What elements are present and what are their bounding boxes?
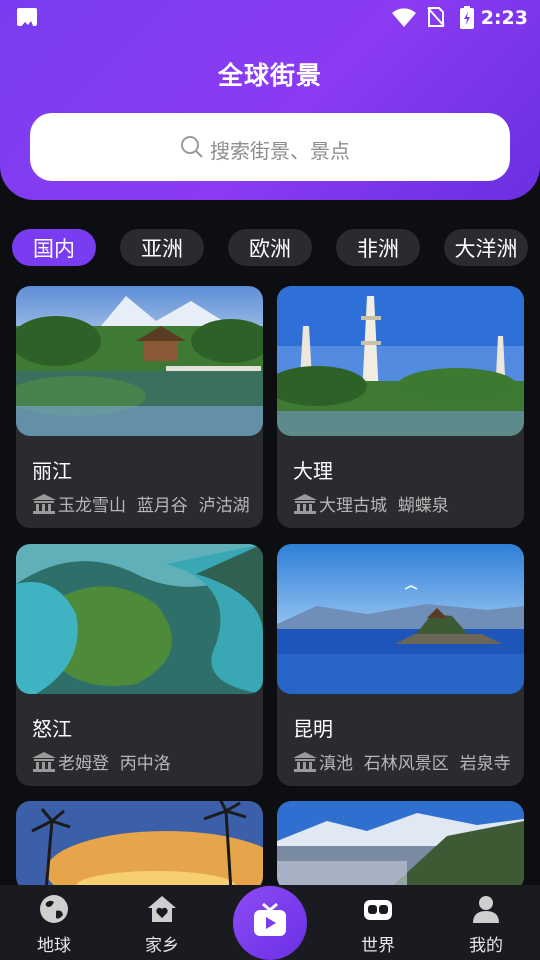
chip-domestic[interactable]: 国内 — [12, 229, 96, 266]
wifi-icon — [392, 8, 416, 27]
place-spots-text: 大理古城 蝴蝶泉 — [319, 496, 449, 516]
region-chips: 国内 亚洲 欧洲 非洲 大洋洲 — [0, 229, 540, 269]
tab-label: 家乡 — [145, 936, 179, 956]
place-card-kunming[interactable]: 昆明 滇池 石林风景区 岩泉寺 — [277, 544, 524, 786]
battery-charging-icon — [460, 6, 474, 29]
chip-europe[interactable]: 欧洲 — [228, 229, 312, 266]
chip-label: 非洲 — [357, 236, 399, 261]
place-name: 昆明 — [293, 717, 333, 741]
image-notification-icon — [17, 8, 37, 28]
page-title: 全球街景 — [217, 61, 322, 90]
place-spots: 大理古城 蝴蝶泉 — [293, 491, 449, 516]
search-icon — [181, 136, 203, 158]
place-spots-text: 玉龙雪山 蓝月谷 泸沽湖 — [58, 496, 250, 516]
temple-icon — [293, 493, 317, 514]
search-bar[interactable]: 搜索街景、景点 — [30, 113, 510, 181]
globe-icon — [40, 895, 68, 923]
chip-africa[interactable]: 非洲 — [336, 229, 420, 266]
place-card-lijiang[interactable]: 丽江 玉龙雪山 蓝月谷 泸沽湖 — [16, 286, 263, 528]
tab-earth[interactable]: 地球 — [0, 885, 108, 960]
chip-asia[interactable]: 亚洲 — [120, 229, 204, 266]
temple-icon — [32, 751, 56, 772]
place-card-nujiang[interactable]: 怒江 老姆登 丙中洛 — [16, 544, 263, 786]
tab-label: 世界 — [361, 936, 395, 956]
tab-label: 我的 — [469, 936, 503, 956]
chip-label: 大洋洲 — [454, 236, 518, 261]
place-card[interactable] — [277, 801, 524, 891]
temple-icon — [293, 751, 317, 772]
place-spots: 玉龙雪山 蓝月谷 泸沽湖 — [32, 491, 250, 516]
place-photo — [277, 801, 524, 891]
place-card[interactable] — [16, 801, 263, 891]
chip-label: 亚洲 — [141, 236, 183, 261]
place-card-dali[interactable]: 大理 大理古城 蝴蝶泉 — [277, 286, 524, 528]
place-spots-text: 老姆登 丙中洛 — [58, 754, 171, 774]
clock: 2:23 — [480, 7, 528, 29]
place-name: 怒江 — [32, 717, 72, 741]
tab-world[interactable]: 世界 — [324, 885, 432, 960]
place-photo — [277, 544, 524, 694]
tab-label: 地球 — [37, 936, 71, 956]
place-photo — [277, 286, 524, 436]
tab-hometown[interactable]: 家乡 — [108, 885, 216, 960]
place-spots: 老姆登 丙中洛 — [32, 749, 171, 774]
home-heart-icon — [148, 896, 176, 922]
place-photo — [16, 801, 263, 891]
place-photo — [16, 286, 263, 436]
vr-headset-icon — [364, 900, 392, 920]
place-spots: 滇池 石林风景区 岩泉寺 — [293, 749, 511, 774]
place-photo — [16, 544, 263, 694]
chip-label: 欧洲 — [249, 236, 291, 261]
place-name: 丽江 — [32, 459, 72, 483]
status-bar: 2:23 — [0, 0, 540, 36]
search-placeholder: 搜索街景、景点 — [210, 139, 350, 163]
no-sim-icon — [427, 7, 445, 27]
center-tv-button[interactable] — [233, 886, 307, 960]
chip-label: 国内 — [33, 236, 75, 261]
tv-play-icon — [254, 902, 286, 936]
header: 2:23 全球街景 搜索街景、景点 — [0, 0, 540, 200]
person-icon — [473, 896, 499, 923]
tab-mine[interactable]: 我的 — [432, 885, 540, 960]
temple-icon — [32, 493, 56, 514]
place-name: 大理 — [293, 459, 333, 483]
chip-oceania[interactable]: 大洋洲 — [444, 229, 528, 266]
place-spots-text: 滇池 石林风景区 岩泉寺 — [319, 754, 511, 774]
